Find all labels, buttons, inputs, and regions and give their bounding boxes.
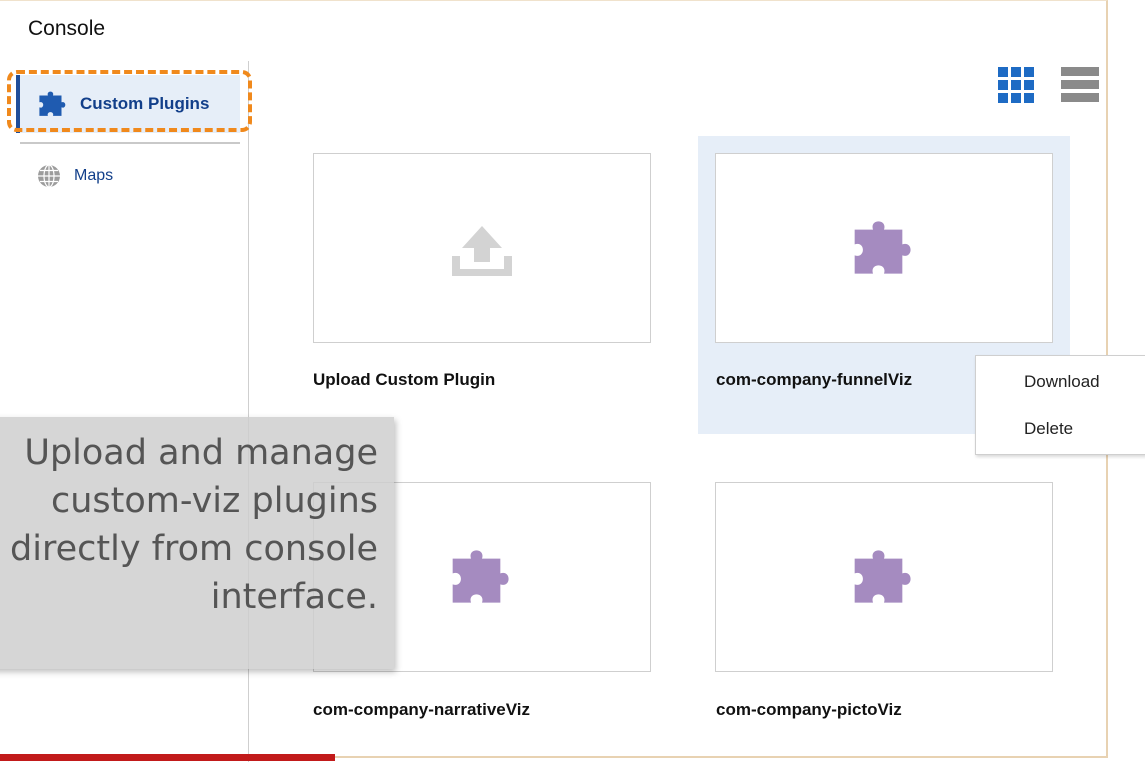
grid-icon bbox=[998, 67, 1034, 103]
callout-text: Upload and manage custom-viz plugins dir… bbox=[10, 433, 378, 617]
puzzle-icon bbox=[444, 544, 520, 610]
page-title: Console bbox=[28, 17, 106, 40]
grid-view-button[interactable] bbox=[998, 67, 1034, 103]
plugin-card-pictoviz[interactable] bbox=[715, 482, 1053, 672]
card-label: com-company-funnelViz bbox=[716, 370, 913, 389]
list-icon bbox=[1061, 67, 1099, 102]
menu-item-delete[interactable]: Delete bbox=[1024, 419, 1073, 439]
puzzle-icon bbox=[846, 544, 922, 610]
bottom-accent-bar bbox=[0, 754, 335, 761]
puzzle-icon bbox=[846, 215, 922, 281]
sidebar-item-maps[interactable]: Maps bbox=[16, 153, 240, 199]
upload-icon bbox=[442, 218, 522, 278]
sidebar-divider bbox=[20, 142, 240, 144]
card-label: com-company-narrativeViz bbox=[313, 700, 530, 719]
sidebar-item-label: Maps bbox=[74, 167, 114, 184]
annotation-highlight-box bbox=[7, 70, 252, 132]
globe-icon bbox=[36, 163, 62, 189]
list-view-button[interactable] bbox=[1061, 67, 1099, 103]
card-label: com-company-pictoViz bbox=[716, 700, 902, 719]
context-menu: Download Delete bbox=[975, 355, 1145, 455]
plugin-card-funnelviz[interactable] bbox=[715, 153, 1053, 343]
card-label: Upload Custom Plugin bbox=[313, 370, 496, 389]
upload-plugin-card[interactable] bbox=[313, 153, 651, 343]
callout-box: Upload and manage custom-viz plugins dir… bbox=[0, 417, 394, 669]
menu-item-download[interactable]: Download bbox=[1024, 372, 1100, 392]
